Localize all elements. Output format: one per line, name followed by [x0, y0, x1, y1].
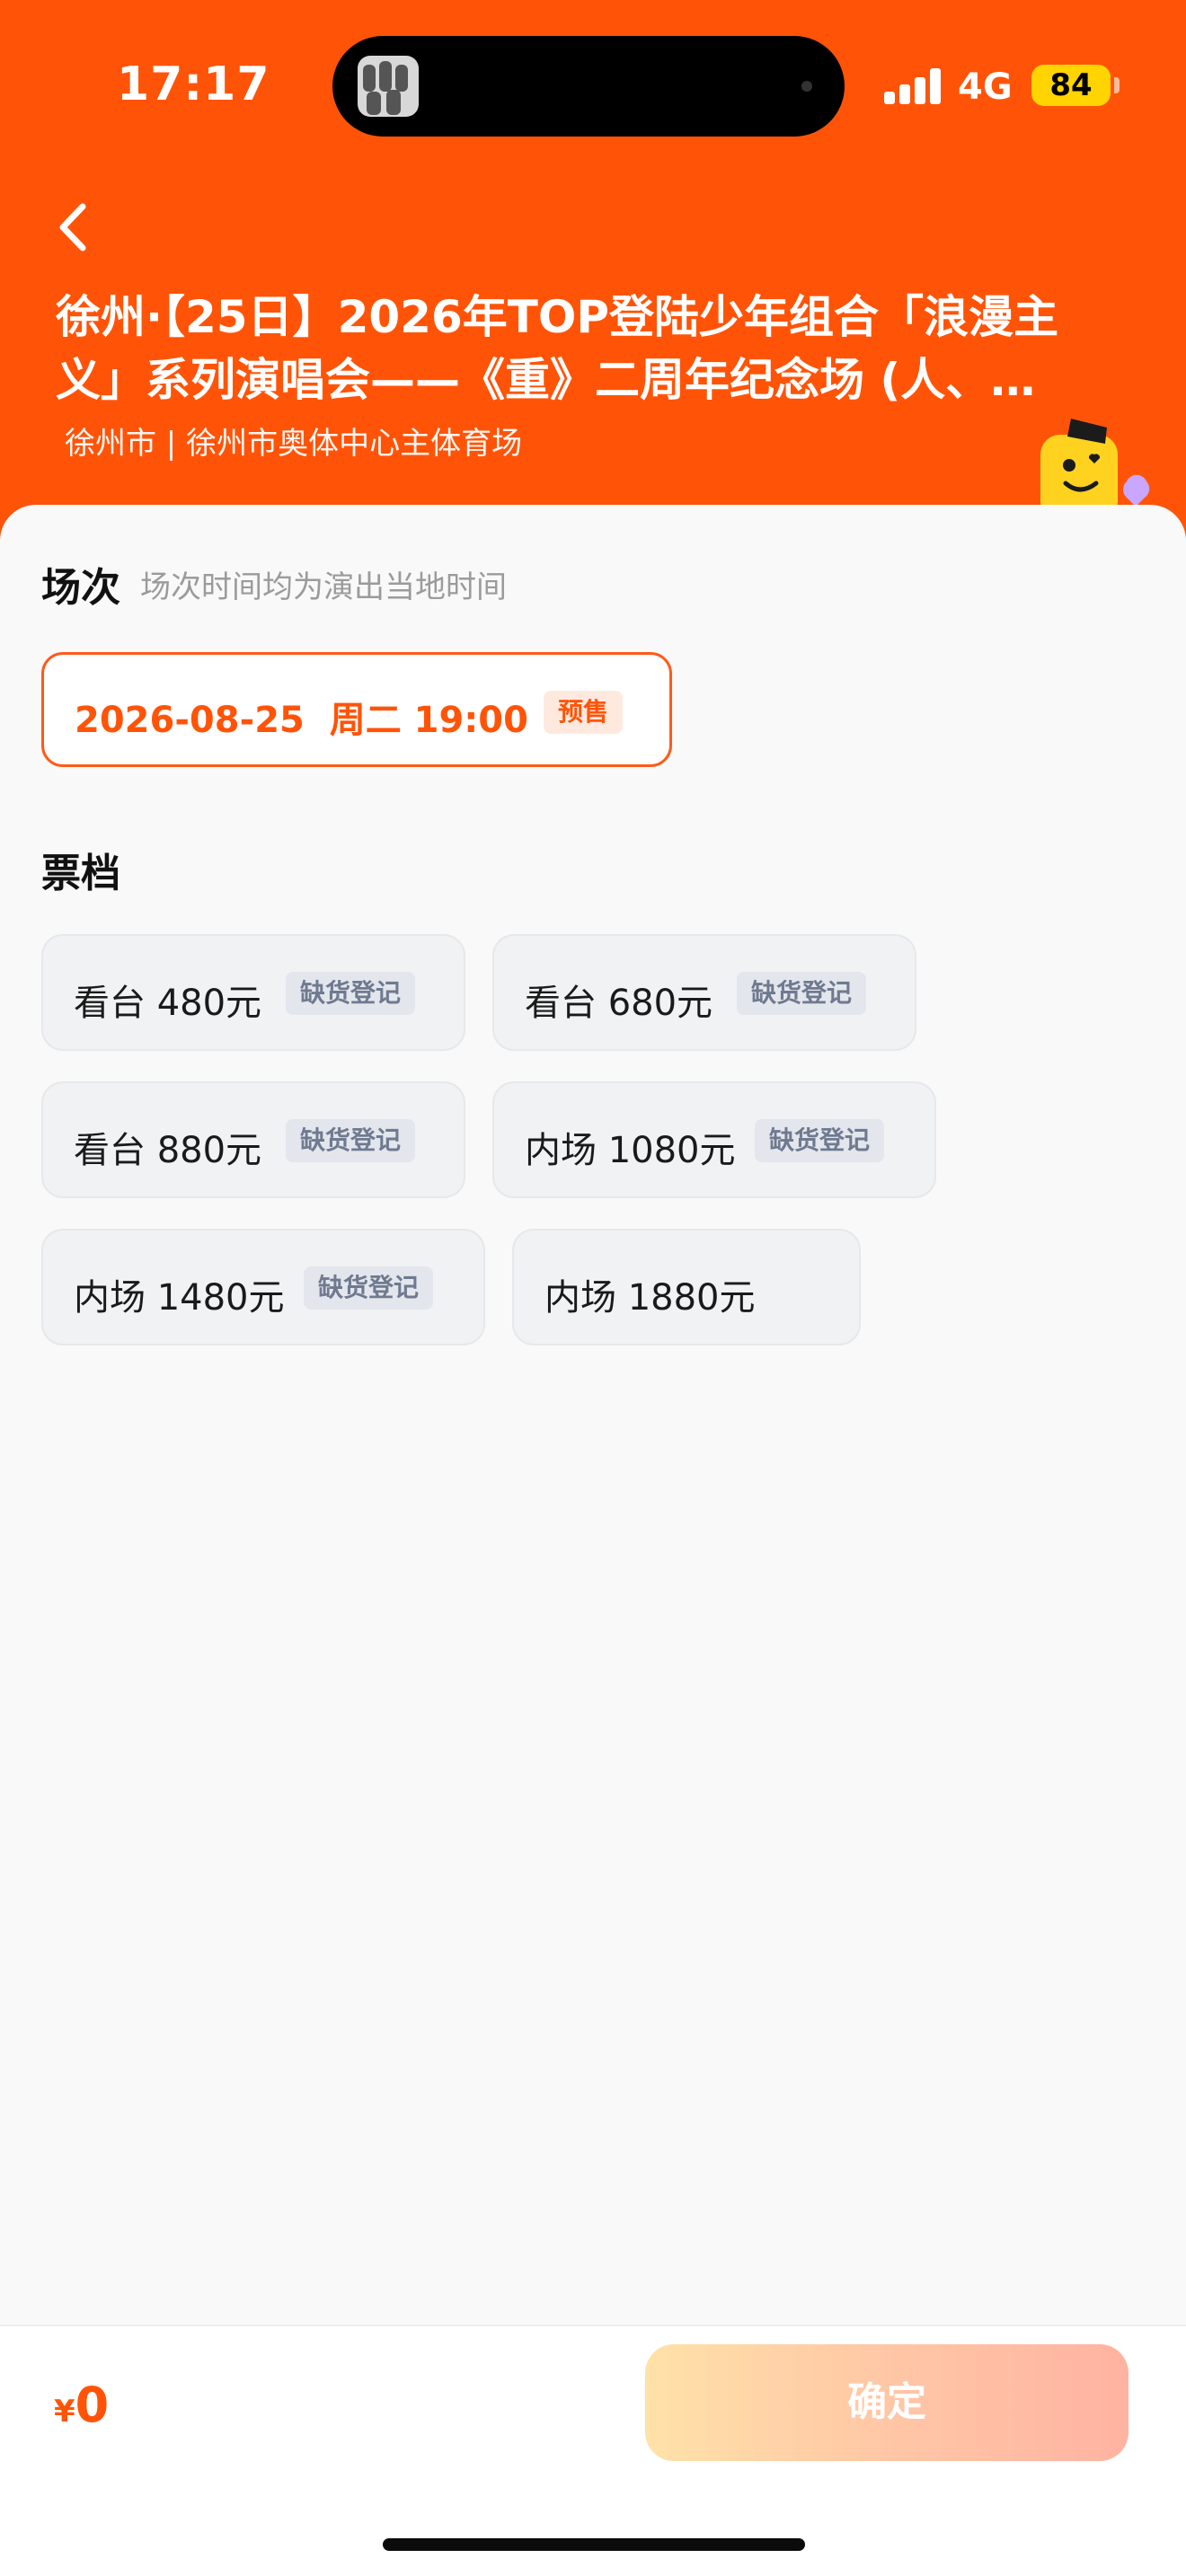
selection-sheet: [0, 505, 1186, 2576]
waitlist-badge: 缺货登记: [755, 1119, 885, 1162]
tier-option-1080[interactable]: 内场 1080元 缺货登记: [492, 1081, 936, 1198]
tier-option-480[interactable]: 看台 480元 缺货登记: [41, 934, 465, 1051]
album-thumbnail: [358, 56, 419, 117]
session-datetime: 2026-08-25 周二 19:00: [75, 700, 528, 741]
session-hint: 场次时间均为演出当地时间: [140, 569, 507, 605]
tier-label: 看台 480元: [74, 983, 262, 1024]
dynamic-island[interactable]: [332, 36, 845, 137]
chevron-left-icon: [59, 203, 86, 251]
tier-option-880[interactable]: 看台 880元 缺货登记: [41, 1081, 465, 1198]
waitlist-badge: 缺货登记: [304, 1266, 434, 1310]
tier-option-1480[interactable]: 内场 1480元 缺货登记: [41, 1229, 485, 1345]
session-option-selected[interactable]: 2026-08-25 周二 19:00 预售: [41, 652, 672, 767]
tier-heading: 票档: [41, 851, 120, 896]
waitlist-badge: 缺货登记: [286, 972, 416, 1015]
total-amount: 0: [75, 2377, 110, 2433]
battery-tip: [1114, 77, 1120, 93]
tier-option-1880[interactable]: 内场 1880元: [512, 1229, 861, 1345]
back-button[interactable]: [50, 196, 104, 259]
network-label: 4G: [958, 66, 1013, 108]
page-header: 17:17 4G 84 徐州·【25日】2026年TOP登陆少年组合「浪漫主义」…: [0, 0, 1186, 539]
waitlist-badge: 缺货登记: [737, 972, 867, 1015]
venue-label: 徐州市 | 徐州市奥体中心主体育场: [65, 426, 523, 462]
currency-symbol: ¥: [54, 2394, 75, 2430]
waveform-icon: [801, 81, 812, 92]
status-time: 17:17: [117, 57, 270, 111]
waitlist-badge: 缺货登记: [286, 1119, 416, 1162]
page-title: 徐州·【25日】2026年TOP登陆少年组合「浪漫主义」系列演唱会——《重》二周…: [56, 291, 1058, 406]
tier-label: 看台 880元: [74, 1130, 262, 1171]
confirm-button[interactable]: 确定: [645, 2344, 1128, 2461]
signal-icon: [884, 68, 942, 104]
session-heading: 场次: [41, 565, 120, 611]
total-price: ¥0: [54, 2377, 109, 2433]
home-indicator: [383, 2538, 805, 2551]
presale-badge: 预售: [544, 691, 624, 734]
tier-label: 内场 1080元: [525, 1130, 736, 1171]
tier-label: 内场 1880元: [544, 1277, 756, 1319]
battery-icon: 84: [1031, 65, 1111, 106]
tier-option-680[interactable]: 看台 680元 缺货登记: [492, 934, 916, 1051]
tier-label: 看台 680元: [525, 983, 713, 1024]
tier-label: 内场 1480元: [74, 1277, 285, 1319]
